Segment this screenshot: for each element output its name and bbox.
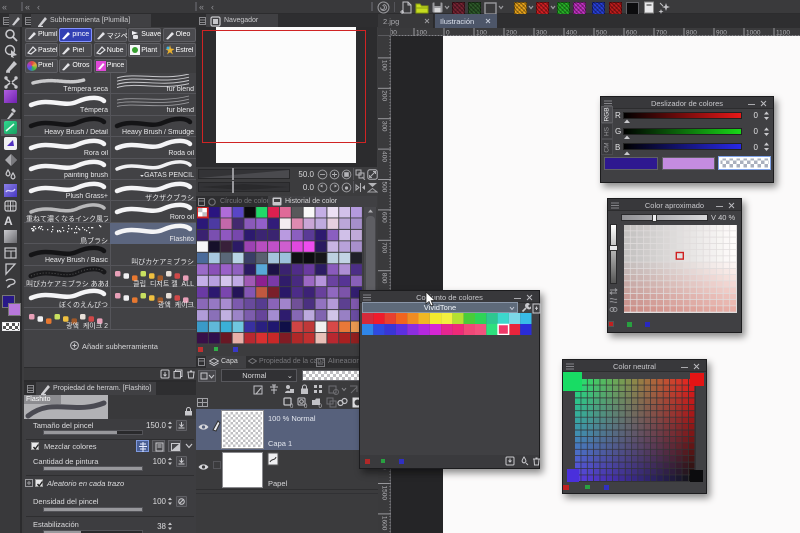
svg-text:200: 200 (381, 90, 388, 101)
svg-text:500: 500 (381, 182, 388, 193)
svg-text:800: 800 (381, 273, 388, 284)
svg-text:1500: 1500 (381, 486, 388, 501)
svg-text:400: 400 (381, 151, 388, 162)
svg-text:600: 600 (381, 212, 388, 223)
svg-text:300: 300 (381, 121, 388, 132)
svg-text:100: 100 (381, 60, 388, 71)
svg-text:1600: 1600 (381, 516, 388, 531)
svg-text:700: 700 (381, 242, 388, 253)
